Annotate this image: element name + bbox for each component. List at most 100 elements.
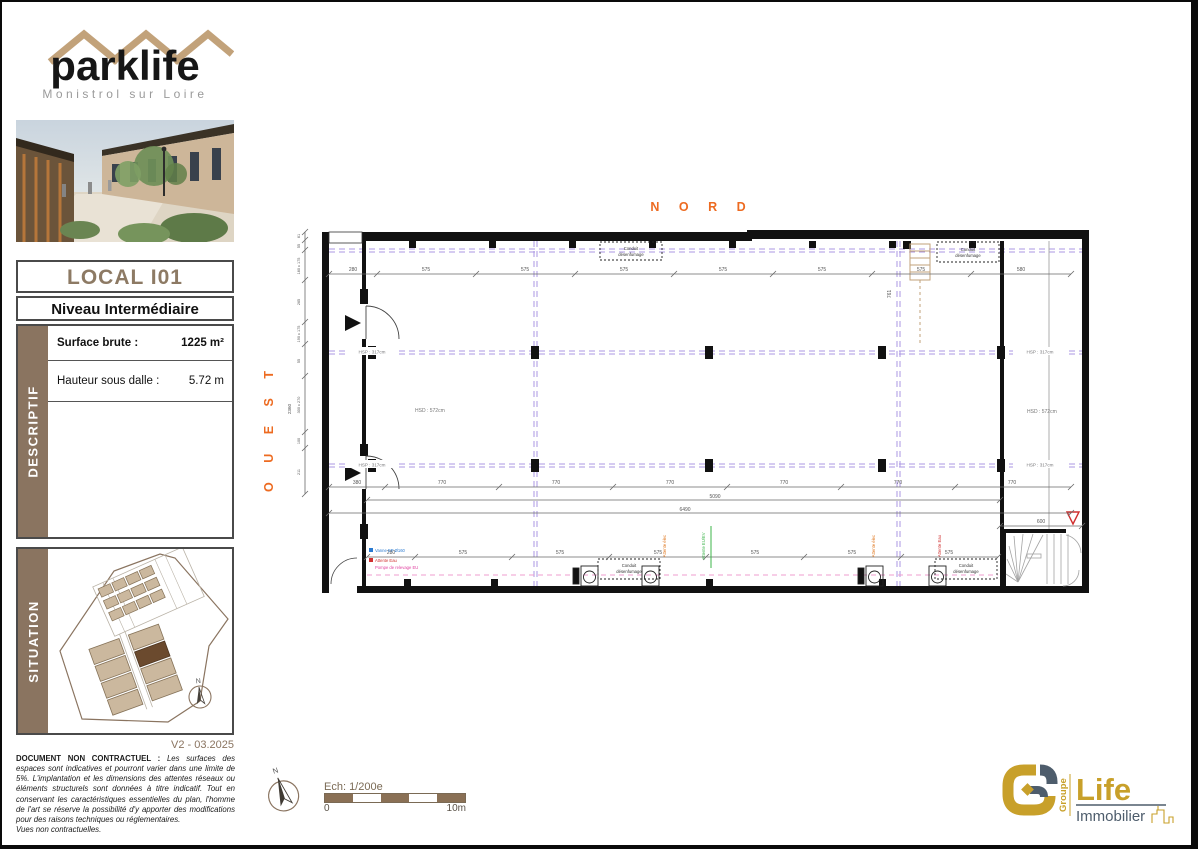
duct-label: désenfumage <box>955 253 981 258</box>
building-icon <box>1152 806 1173 823</box>
svg-text:Attente élec: Attente élec <box>871 535 876 557</box>
disclaimer-note: Vues non contractuelles. <box>16 825 235 835</box>
duct-label: Conduit <box>961 247 976 252</box>
surface-value: 1225 m² <box>181 337 224 349</box>
duct-label: désenfumage <box>618 252 644 257</box>
scale-label: Ech: 1/200e <box>324 781 466 793</box>
svg-text:770: 770 <box>894 480 903 486</box>
bottom-dim-labels: 280575 575575 575575 575 <box>387 550 954 556</box>
svg-text:575: 575 <box>751 550 760 556</box>
duct-label: Conduit <box>959 563 974 568</box>
hsd-label: HSD : 572cm <box>415 408 445 414</box>
stairs-dim: 600 <box>1037 519 1046 525</box>
west-orientation-label: O U E S T <box>262 382 276 492</box>
scale-bar-segments <box>324 793 466 803</box>
svg-text:HSP : 317cm: HSP : 317cm <box>1027 350 1054 355</box>
life-logo-mark-icon <box>1008 770 1052 810</box>
level-subtitle: Niveau Intermédiaire <box>18 298 232 321</box>
descriptif-tab: DESCRIPTIF <box>18 326 48 537</box>
marker-red: Attente Eau <box>375 558 398 563</box>
project-photo <box>16 120 234 242</box>
svg-text:575: 575 <box>422 267 431 273</box>
svg-text:380: 380 <box>353 480 362 486</box>
svg-text:N: N <box>195 678 201 685</box>
disclaimer-body: Les surfaces des espaces sont indicative… <box>16 754 235 824</box>
left-dim-labels: 61 55 180 x 175 265 190 x 175 55 300 x 2… <box>287 234 301 475</box>
svg-text:HSP : 317cm: HSP : 317cm <box>359 350 386 355</box>
brand-name: parklife <box>50 42 199 89</box>
svg-text:61: 61 <box>297 234 301 238</box>
descriptif-tab-label: DESCRIPTIF <box>26 385 41 477</box>
plan-sheet: parklife Monistrol sur Loire <box>0 0 1198 849</box>
disclaimer-lead: DOCUMENT NON CONTRACTUEL : <box>16 754 160 763</box>
utility-markers: Vanne EP Ø160 Attente Eau Pompe de relev… <box>369 548 418 570</box>
marker-blue: Vanne EP Ø160 <box>375 548 406 553</box>
svg-text:HSP : 317cm: HSP : 317cm <box>1027 463 1054 468</box>
svg-text:575: 575 <box>719 267 728 273</box>
staircase <box>1000 529 1081 586</box>
scale-ten: 10m <box>447 803 466 814</box>
duct-label: désenfumage <box>953 569 979 574</box>
situation-tab-label: SITUATION <box>26 600 41 683</box>
site-map: N <box>48 549 232 733</box>
svg-text:575: 575 <box>945 550 954 556</box>
svg-text:HSP : 317cm: HSP : 317cm <box>359 463 386 468</box>
scale-zero: 0 <box>324 803 330 814</box>
surface-row: Surface brute : 1225 m² <box>48 326 232 361</box>
mid-dim-labels: 380770 770770 770770 770 <box>353 480 1017 486</box>
left-total: 2360 <box>287 403 292 414</box>
local-title: LOCAL I01 <box>18 262 232 293</box>
duct-label: Conduit <box>624 246 639 251</box>
left-dim-chain <box>302 229 308 497</box>
svg-text:265: 265 <box>297 299 301 305</box>
svg-text:575: 575 <box>556 550 565 556</box>
right-dim: 761 <box>887 290 893 299</box>
ladder-icon <box>910 244 930 344</box>
fire-safety-icon <box>1067 512 1079 524</box>
top-dim-labels: 280575 575575 575575 575580 <box>349 267 1026 273</box>
svg-text:180 x 175: 180 x 175 <box>297 258 301 275</box>
svg-text:Attente élec: Attente élec <box>662 535 667 557</box>
surface-label: Surface brute : <box>57 337 138 349</box>
svg-text:575: 575 <box>521 267 530 273</box>
marker-magenta: Pompe de relevage EU <box>375 565 418 570</box>
top-dim-chain <box>326 271 1074 277</box>
height-row: Hauteur sous dalle : 5.72 m <box>48 361 232 402</box>
svg-text:575: 575 <box>818 267 827 273</box>
bottom-opening <box>329 584 357 593</box>
inner-total-line <box>364 497 1003 503</box>
door-swing <box>331 558 357 584</box>
svg-text:Attente Eau: Attente Eau <box>937 534 942 557</box>
outer-total: 6490 <box>679 507 690 513</box>
svg-text:300 x 270: 300 x 270 <box>297 397 301 414</box>
entry-arrow-icon <box>345 315 361 331</box>
svg-text:575: 575 <box>620 267 629 273</box>
situation-tab: SITUATION <box>18 549 48 733</box>
version-label: V2 - 03.2025 <box>16 739 234 751</box>
brand-tagline: Monistrol sur Loire <box>42 87 207 101</box>
svg-text:770: 770 <box>1008 480 1017 486</box>
svg-text:575: 575 <box>459 550 468 556</box>
inner-total: 5090 <box>709 494 720 500</box>
scale-bar: Ech: 1/200e 0 10m <box>324 781 466 814</box>
svg-text:280: 280 <box>349 267 358 273</box>
svg-text:575: 575 <box>848 550 857 556</box>
outer-total-line <box>326 510 1074 516</box>
descriptif-panel: DESCRIPTIF Surface brute : 1225 m² Haute… <box>16 324 234 539</box>
svg-text:55: 55 <box>297 244 301 248</box>
logo-group-label: Groupe <box>1058 778 1069 812</box>
level-subtitle-box: Niveau Intermédiaire <box>16 296 234 321</box>
duct-label: désenfumage <box>616 569 642 574</box>
svg-text:770: 770 <box>438 480 447 486</box>
hsd-label: HSD : 572cm <box>1027 409 1057 415</box>
compass-n-label: N <box>271 766 279 776</box>
svg-text:770: 770 <box>666 480 675 486</box>
svg-text:580: 580 <box>1017 267 1026 273</box>
groupe-life-logo: Groupe Life Immobilier <box>1000 760 1180 834</box>
hsp-labels: HSP : 317cm HSP : 317cm HSP : 317cm HSP … <box>345 347 1067 468</box>
height-label: Hauteur sous dalle : <box>57 375 159 387</box>
logo-immo-label: Immobilier <box>1076 808 1145 825</box>
svg-text:55: 55 <box>297 359 301 363</box>
disclaimer: DOCUMENT NON CONTRACTUEL : Les surfaces … <box>16 754 235 835</box>
duct-label: Conduit <box>622 563 637 568</box>
